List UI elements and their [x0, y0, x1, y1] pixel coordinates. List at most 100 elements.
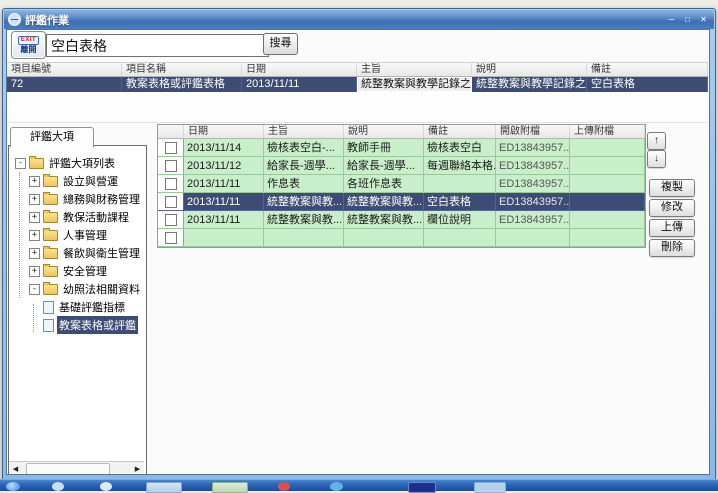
cell-date: 2013/11/11: [184, 193, 264, 211]
row-checkbox[interactable]: [165, 160, 177, 172]
collapse-icon[interactable]: -: [15, 158, 26, 169]
cell-open-attachment[interactable]: ED13843957...: [496, 157, 570, 175]
cell-open-attachment[interactable]: ED13843957...: [496, 193, 570, 211]
folder-icon: [43, 230, 58, 241]
window-menu-icon[interactable]: [8, 13, 21, 26]
cell-subject-focused[interactable]: 統整教案與教學記錄之表格: [357, 77, 472, 92]
upload-button[interactable]: 上傳: [649, 219, 695, 237]
column-header-note: 備註: [587, 63, 708, 76]
tree-item-label[interactable]: 基礎評鑑指標: [57, 298, 127, 316]
checkbox-cell: [158, 193, 184, 211]
tree-item-label[interactable]: 幼照法相關資料: [61, 280, 142, 298]
tree-item-label[interactable]: 評鑑大項列表: [47, 154, 117, 172]
scroll-left-icon[interactable]: ◀: [9, 463, 22, 476]
search-input[interactable]: [46, 34, 269, 57]
expand-icon[interactable]: +: [29, 266, 40, 277]
tree-item-label[interactable]: 總務與財務管理: [61, 190, 142, 208]
cell-item-no: 72: [7, 77, 122, 92]
document-icon: [43, 319, 54, 332]
folder-icon: [43, 248, 58, 259]
cell-date: 2013/11/12: [184, 157, 264, 175]
tree-item-safety[interactable]: + 安全管理: [13, 262, 146, 280]
expand-icon[interactable]: +: [29, 212, 40, 223]
window-body: EXIT 離開 搜尋 項目編號 項目名稱 日期 主旨 說明 備註 72 教案表格…: [6, 29, 710, 475]
cell-open-attachment[interactable]: ED13843957...: [496, 139, 570, 157]
move-down-button[interactable]: ↓: [647, 150, 666, 168]
row-checkbox[interactable]: [165, 214, 177, 226]
table-row[interactable]: 2013/11/11 作息表 各班作息表 ED13843957...: [158, 175, 645, 193]
taskbar[interactable]: [0, 479, 718, 491]
table-row[interactable]: 2013/11/12 給家長-週學... 給家長-週學... 每週聯絡本格...…: [158, 157, 645, 175]
column-header-description: 說明: [344, 125, 424, 138]
taskbar-icon[interactable]: [146, 482, 182, 493]
close-button[interactable]: ✕: [697, 14, 710, 25]
expand-icon[interactable]: +: [29, 176, 40, 187]
search-button[interactable]: 搜尋: [263, 33, 298, 55]
tree-item-label[interactable]: 設立與營運: [61, 172, 120, 190]
tree-item-label[interactable]: 安全管理: [61, 262, 109, 280]
modify-button[interactable]: 修改: [649, 199, 695, 217]
top-grid-header: 項目編號 項目名稱 日期 主旨 說明 備註: [7, 62, 708, 77]
title-bar[interactable]: 評鑑作業 ─ □ ✕: [4, 10, 714, 29]
tree-item-label[interactable]: 人事管理: [61, 226, 109, 244]
copy-button[interactable]: 複製: [649, 179, 695, 197]
tree-item-basic-indicators[interactable]: 基礎評鑑指標: [13, 298, 146, 316]
cell-subject: 作息表: [264, 175, 344, 193]
checkbox-cell: [158, 211, 184, 229]
maximize-button[interactable]: □: [681, 14, 694, 25]
cell-description: 統整教案與教...: [344, 193, 424, 211]
folder-icon: [43, 194, 58, 205]
tree-item-lesson-plan-forms[interactable]: 教案表格或評鑑: [13, 316, 146, 334]
row-checkbox[interactable]: [165, 232, 177, 244]
cell-date: 2013/11/11: [184, 175, 264, 193]
exit-icon: EXIT: [18, 36, 39, 45]
cell-open-attachment[interactable]: ED13843957...: [496, 211, 570, 229]
cell-description: 統整教案與教學記錄之表格-...: [472, 77, 587, 92]
tree-item-childcare-act[interactable]: - 幼照法相關資料: [13, 280, 146, 298]
minimize-button[interactable]: ─: [665, 14, 678, 25]
column-header-open-attachment: 開啟附檔: [496, 125, 570, 138]
table-row-selected[interactable]: 2013/11/11 統整教案與教... 統整教案與教... 空白表格 ED13…: [158, 193, 645, 211]
expand-icon[interactable]: +: [29, 248, 40, 259]
row-checkbox[interactable]: [165, 196, 177, 208]
table-row[interactable]: 2013/11/14 檢核表空白-... 教師手冊 檢核表空白 ED138439…: [158, 139, 645, 157]
tree-item-label[interactable]: 教保活動課程: [61, 208, 131, 226]
taskbar-icon[interactable]: [408, 482, 436, 493]
taskbar-icon[interactable]: [474, 482, 506, 493]
delete-button[interactable]: 刪除: [649, 239, 695, 257]
taskbar-icon[interactable]: [212, 482, 248, 493]
table-row-empty[interactable]: [158, 229, 645, 247]
tree-item-root[interactable]: - 評鑑大項列表: [13, 154, 146, 172]
scrollbar-thumb[interactable]: [26, 463, 110, 475]
cell-open-attachment[interactable]: ED13843957...: [496, 175, 570, 193]
column-header-date: 日期: [184, 125, 264, 138]
window-title: 評鑑作業: [25, 12, 665, 28]
tree-item-general-affairs[interactable]: + 總務與財務管理: [13, 190, 146, 208]
tree-item-food-hygiene[interactable]: + 餐飲與衛生管理: [13, 244, 146, 262]
cell-description: [344, 229, 424, 247]
checkbox-cell: [158, 139, 184, 157]
move-up-button[interactable]: ↑: [647, 132, 666, 150]
table-row[interactable]: 2013/11/11 統整教案與教... 統整教案與教... 欄位說明 ED13…: [158, 211, 645, 229]
tree-item-label[interactable]: 教案表格或評鑑: [57, 316, 138, 334]
expand-icon[interactable]: +: [29, 230, 40, 241]
tree-item-label[interactable]: 餐飲與衛生管理: [61, 244, 142, 262]
horizontal-scrollbar[interactable]: ◀ ▶: [9, 461, 144, 475]
expand-icon[interactable]: +: [29, 194, 40, 205]
exit-button[interactable]: EXIT 離開: [11, 31, 46, 59]
cell-subject: 給家長-週學...: [264, 157, 344, 175]
scroll-right-icon[interactable]: ▶: [131, 463, 144, 476]
row-checkbox[interactable]: [165, 142, 177, 154]
tree-item-establishment[interactable]: + 設立與營運: [13, 172, 146, 190]
collapse-icon[interactable]: -: [29, 284, 40, 295]
tree-item-personnel[interactable]: + 人事管理: [13, 226, 146, 244]
column-header-note: 備註: [424, 125, 496, 138]
cell-description: 各班作息表: [344, 175, 424, 193]
table-row[interactable]: 72 教案表格或評鑑表格 2013/11/11 統整教案與教學記錄之表格 統整教…: [7, 77, 708, 92]
row-checkbox[interactable]: [165, 178, 177, 190]
cell-note: [424, 229, 496, 247]
tab-evaluation-categories[interactable]: 評鑑大項: [10, 127, 94, 148]
cell-upload-attachment: [570, 139, 645, 157]
tree-item-childcare-curriculum[interactable]: + 教保活動課程: [13, 208, 146, 226]
folder-icon: [29, 158, 44, 169]
